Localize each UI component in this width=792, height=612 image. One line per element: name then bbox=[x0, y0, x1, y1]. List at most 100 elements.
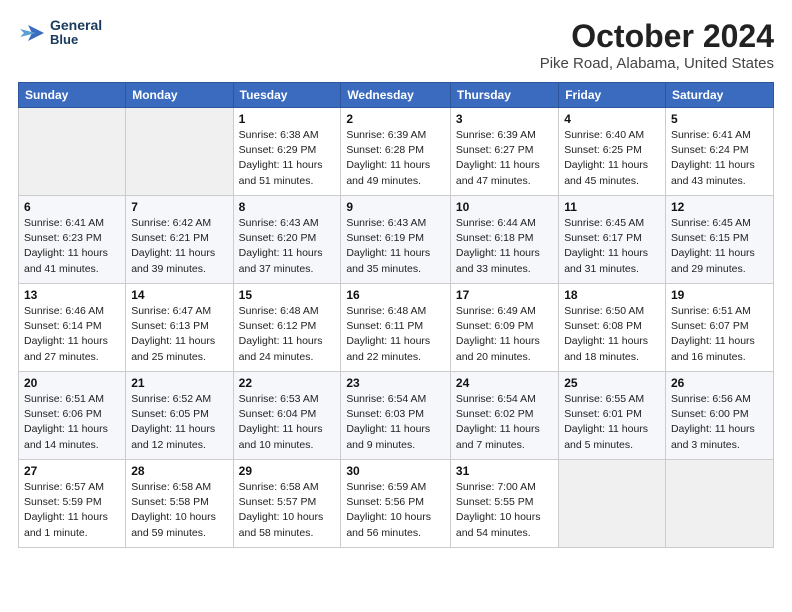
calendar-cell bbox=[19, 108, 126, 196]
calendar-table: SundayMondayTuesdayWednesdayThursdayFrid… bbox=[18, 82, 774, 548]
day-number: 5 bbox=[671, 112, 768, 126]
title-block: October 2024 Pike Road, Alabama, United … bbox=[540, 18, 774, 72]
day-info: Sunrise: 6:51 AMSunset: 6:06 PMDaylight:… bbox=[24, 392, 120, 453]
calendar-cell: 6 Sunrise: 6:41 AMSunset: 6:23 PMDaylight… bbox=[19, 196, 126, 284]
day-number: 8 bbox=[239, 200, 336, 214]
day-info: Sunrise: 6:52 AMSunset: 6:05 PMDaylight:… bbox=[131, 392, 227, 453]
calendar-cell: 14 Sunrise: 6:47 AMSunset: 6:13 PMDayligh… bbox=[126, 284, 233, 372]
calendar-cell: 25Sunrise: 6:55 AMSunset: 6:01 PMDayligh… bbox=[559, 372, 666, 460]
calendar-cell: 2 Sunrise: 6:39 AMSunset: 6:28 PMDaylight… bbox=[341, 108, 451, 196]
day-info: Sunrise: 6:43 AMSunset: 6:20 PMDaylight:… bbox=[239, 216, 336, 277]
weekday-header-row: SundayMondayTuesdayWednesdayThursdayFrid… bbox=[19, 83, 774, 108]
day-number: 31 bbox=[456, 464, 553, 478]
weekday-header-friday: Friday bbox=[559, 83, 666, 108]
day-number: 25 bbox=[564, 376, 660, 390]
day-info: Sunrise: 6:49 AMSunset: 6:09 PMDaylight:… bbox=[456, 304, 553, 365]
day-info: Sunrise: 6:43 AMSunset: 6:19 PMDaylight:… bbox=[346, 216, 445, 277]
calendar-cell: 24 Sunrise: 6:54 AMSunset: 6:02 PMDayligh… bbox=[450, 372, 558, 460]
calendar-cell: 9 Sunrise: 6:43 AMSunset: 6:19 PMDaylight… bbox=[341, 196, 451, 284]
logo-line2: Blue bbox=[50, 33, 102, 47]
logo-icon bbox=[18, 19, 46, 47]
day-number: 27 bbox=[24, 464, 120, 478]
calendar-cell: 30 Sunrise: 6:59 AMSunset: 5:56 PMDayligh… bbox=[341, 460, 451, 548]
day-number: 21 bbox=[131, 376, 227, 390]
calendar-cell: 29Sunrise: 6:58 AMSunset: 5:57 PMDayligh… bbox=[233, 460, 341, 548]
calendar-week-row: 13 Sunrise: 6:46 AMSunset: 6:14 PMDayligh… bbox=[19, 284, 774, 372]
day-info: Sunrise: 6:48 AMSunset: 6:11 PMDaylight:… bbox=[346, 304, 445, 365]
day-info: Sunrise: 6:54 AMSunset: 6:02 PMDaylight:… bbox=[456, 392, 553, 453]
calendar-cell: 7Sunrise: 6:42 AMSunset: 6:21 PMDaylight… bbox=[126, 196, 233, 284]
calendar-cell: 23 Sunrise: 6:54 AMSunset: 6:03 PMDayligh… bbox=[341, 372, 451, 460]
calendar-week-row: 1Sunrise: 6:38 AMSunset: 6:29 PMDaylight… bbox=[19, 108, 774, 196]
day-number: 3 bbox=[456, 112, 553, 126]
calendar-cell: 21 Sunrise: 6:52 AMSunset: 6:05 PMDayligh… bbox=[126, 372, 233, 460]
day-number: 19 bbox=[671, 288, 768, 302]
day-info: Sunrise: 6:54 AMSunset: 6:03 PMDaylight:… bbox=[346, 392, 445, 453]
day-number: 17 bbox=[456, 288, 553, 302]
calendar-cell: 10Sunrise: 6:44 AMSunset: 6:18 PMDayligh… bbox=[450, 196, 558, 284]
day-number: 22 bbox=[239, 376, 336, 390]
day-number: 20 bbox=[24, 376, 120, 390]
day-number: 26 bbox=[671, 376, 768, 390]
calendar-cell: 17 Sunrise: 6:49 AMSunset: 6:09 PMDayligh… bbox=[450, 284, 558, 372]
calendar-week-row: 6 Sunrise: 6:41 AMSunset: 6:23 PMDaylight… bbox=[19, 196, 774, 284]
calendar-cell: 5 Sunrise: 6:41 AMSunset: 6:24 PMDaylight… bbox=[665, 108, 773, 196]
calendar-cell: 27 Sunrise: 6:57 AMSunset: 5:59 PMDayligh… bbox=[19, 460, 126, 548]
calendar-cell: 11Sunrise: 6:45 AMSunset: 6:17 PMDayligh… bbox=[559, 196, 666, 284]
weekday-header-saturday: Saturday bbox=[665, 83, 773, 108]
day-number: 30 bbox=[346, 464, 445, 478]
day-info: Sunrise: 7:00 AMSunset: 5:55 PMDaylight:… bbox=[456, 480, 553, 541]
day-info: Sunrise: 6:38 AMSunset: 6:29 PMDaylight:… bbox=[239, 128, 336, 189]
day-info: Sunrise: 6:42 AMSunset: 6:21 PMDaylight:… bbox=[131, 216, 227, 277]
day-number: 13 bbox=[24, 288, 120, 302]
day-number: 11 bbox=[564, 200, 660, 214]
day-number: 2 bbox=[346, 112, 445, 126]
logo: General Blue bbox=[18, 18, 102, 48]
day-number: 28 bbox=[131, 464, 227, 478]
day-number: 18 bbox=[564, 288, 660, 302]
calendar-cell: 8 Sunrise: 6:43 AMSunset: 6:20 PMDaylight… bbox=[233, 196, 341, 284]
calendar-cell: 3Sunrise: 6:39 AMSunset: 6:27 PMDaylight… bbox=[450, 108, 558, 196]
day-number: 9 bbox=[346, 200, 445, 214]
calendar-subtitle: Pike Road, Alabama, United States bbox=[540, 55, 774, 72]
day-number: 14 bbox=[131, 288, 227, 302]
day-info: Sunrise: 6:53 AMSunset: 6:04 PMDaylight:… bbox=[239, 392, 336, 453]
day-info: Sunrise: 6:47 AMSunset: 6:13 PMDaylight:… bbox=[131, 304, 227, 365]
calendar-cell: 19 Sunrise: 6:51 AMSunset: 6:07 PMDayligh… bbox=[665, 284, 773, 372]
day-info: Sunrise: 6:58 AMSunset: 5:58 PMDaylight:… bbox=[131, 480, 227, 541]
day-info: Sunrise: 6:48 AMSunset: 6:12 PMDaylight:… bbox=[239, 304, 336, 365]
calendar-cell: 4Sunrise: 6:40 AMSunset: 6:25 PMDaylight… bbox=[559, 108, 666, 196]
day-info: Sunrise: 6:46 AMSunset: 6:14 PMDaylight:… bbox=[24, 304, 120, 365]
calendar-week-row: 27 Sunrise: 6:57 AMSunset: 5:59 PMDayligh… bbox=[19, 460, 774, 548]
day-number: 24 bbox=[456, 376, 553, 390]
calendar-cell bbox=[559, 460, 666, 548]
day-info: Sunrise: 6:51 AMSunset: 6:07 PMDaylight:… bbox=[671, 304, 768, 365]
day-info: Sunrise: 6:57 AMSunset: 5:59 PMDaylight:… bbox=[24, 480, 120, 541]
calendar-cell: 22 Sunrise: 6:53 AMSunset: 6:04 PMDayligh… bbox=[233, 372, 341, 460]
day-number: 16 bbox=[346, 288, 445, 302]
day-number: 23 bbox=[346, 376, 445, 390]
calendar-cell: 13 Sunrise: 6:46 AMSunset: 6:14 PMDayligh… bbox=[19, 284, 126, 372]
day-info: Sunrise: 6:50 AMSunset: 6:08 PMDaylight:… bbox=[564, 304, 660, 365]
weekday-header-monday: Monday bbox=[126, 83, 233, 108]
calendar-cell: 15 Sunrise: 6:48 AMSunset: 6:12 PMDayligh… bbox=[233, 284, 341, 372]
day-number: 15 bbox=[239, 288, 336, 302]
day-number: 12 bbox=[671, 200, 768, 214]
day-info: Sunrise: 6:59 AMSunset: 5:56 PMDaylight:… bbox=[346, 480, 445, 541]
logo-line1: General bbox=[50, 18, 102, 33]
calendar-cell: 16 Sunrise: 6:48 AMSunset: 6:11 PMDayligh… bbox=[341, 284, 451, 372]
day-info: Sunrise: 6:39 AMSunset: 6:28 PMDaylight:… bbox=[346, 128, 445, 189]
weekday-header-wednesday: Wednesday bbox=[341, 83, 451, 108]
calendar-cell: 18 Sunrise: 6:50 AMSunset: 6:08 PMDayligh… bbox=[559, 284, 666, 372]
day-number: 6 bbox=[24, 200, 120, 214]
calendar-week-row: 20 Sunrise: 6:51 AMSunset: 6:06 PMDayligh… bbox=[19, 372, 774, 460]
day-info: Sunrise: 6:58 AMSunset: 5:57 PMDaylight:… bbox=[239, 480, 336, 541]
day-info: Sunrise: 6:44 AMSunset: 6:18 PMDaylight:… bbox=[456, 216, 553, 277]
calendar-cell: 28 Sunrise: 6:58 AMSunset: 5:58 PMDayligh… bbox=[126, 460, 233, 548]
day-info: Sunrise: 6:41 AMSunset: 6:23 PMDaylight:… bbox=[24, 216, 120, 277]
weekday-header-sunday: Sunday bbox=[19, 83, 126, 108]
day-info: Sunrise: 6:41 AMSunset: 6:24 PMDaylight:… bbox=[671, 128, 768, 189]
day-info: Sunrise: 6:56 AMSunset: 6:00 PMDaylight:… bbox=[671, 392, 768, 453]
calendar-cell: 12Sunrise: 6:45 AMSunset: 6:15 PMDayligh… bbox=[665, 196, 773, 284]
calendar-cell: 26 Sunrise: 6:56 AMSunset: 6:00 PMDayligh… bbox=[665, 372, 773, 460]
